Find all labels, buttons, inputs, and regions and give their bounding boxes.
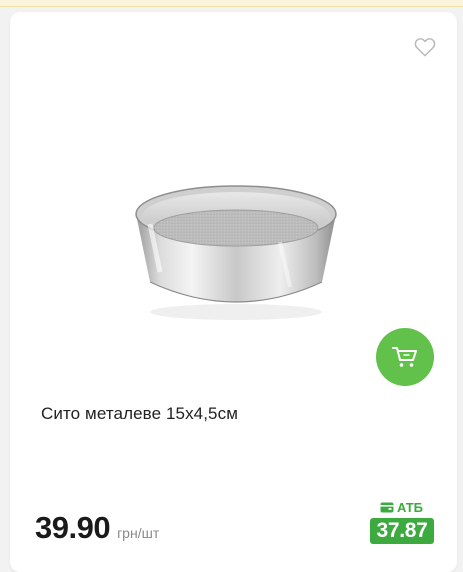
product-title[interactable]: Сито металеве 15х4,5см [41,404,238,424]
heart-icon [414,38,436,57]
product-image [135,185,337,320]
loyalty-price: 37.87 [370,518,434,544]
price-value: 39.90 [35,510,111,545]
wallet-icon [380,502,394,513]
price-unit: грн/шт [117,525,160,541]
add-to-cart-button[interactable] [376,328,434,386]
top-strip [0,0,463,7]
loyalty-badge: АТБ [380,500,423,515]
price: 39.90 грн/шт [35,510,159,546]
cart-icon [392,347,417,367]
product-card[interactable]: Сито металеве 15х4,5см 39.90 грн/шт АТБ … [10,12,457,572]
favorite-button[interactable] [414,37,436,57]
loyalty-label: АТБ [397,500,424,515]
